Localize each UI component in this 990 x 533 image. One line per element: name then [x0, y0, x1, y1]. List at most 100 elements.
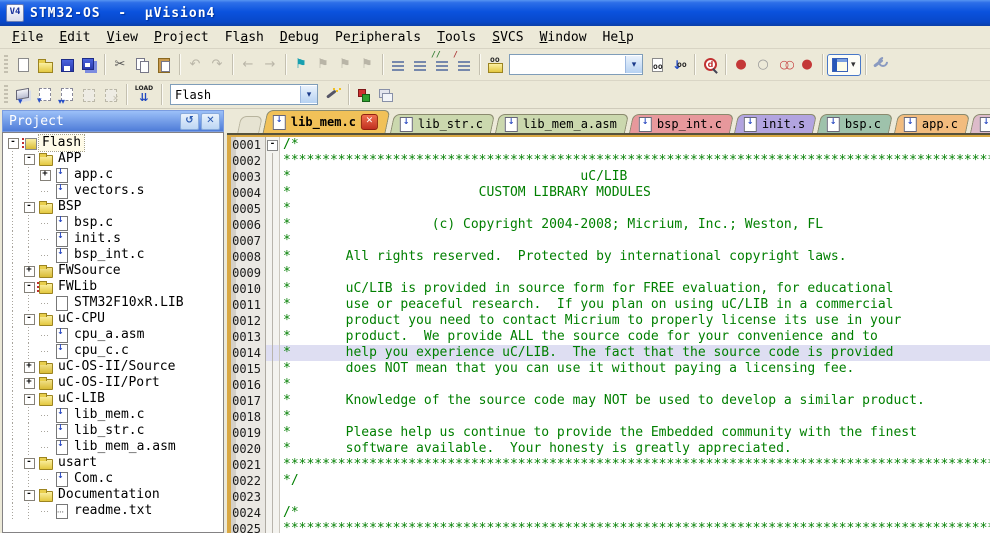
tree-item-uc-os-ii-source[interactable]: +uC-OS-II/Source: [5, 359, 223, 375]
tree-item-cpu-c-c[interactable]: cpu_c.c: [5, 343, 223, 359]
tab-lib-str-c[interactable]: lib_str.c: [390, 114, 495, 133]
fold-margin[interactable]: -: [266, 137, 280, 153]
chevron-down-icon[interactable]: ▾: [300, 86, 317, 103]
tree-item-lib-mem-c[interactable]: lib_mem.c: [5, 407, 223, 423]
tree-item-stm32f10xr-lib[interactable]: STM32F10xR.LIB: [5, 295, 223, 311]
menu-debug[interactable]: Debug: [272, 29, 327, 46]
chevron-down-icon[interactable]: ▾: [625, 56, 642, 73]
tree-item-flash[interactable]: -Flash: [5, 135, 223, 151]
collapse-icon[interactable]: -: [5, 135, 21, 151]
tab-lib-mem-c[interactable]: lib_mem.c✕: [263, 110, 391, 133]
tree-item-app[interactable]: -APP: [5, 151, 223, 167]
expand-icon[interactable]: +: [37, 167, 53, 183]
tab-init-s[interactable]: init.s: [734, 114, 817, 133]
translate-button[interactable]: [12, 84, 34, 106]
comment-button[interactable]: [431, 54, 453, 76]
cut-button[interactable]: ✂: [109, 54, 131, 76]
tree-item-uc-os-ii-port[interactable]: +uC-OS-II/Port: [5, 375, 223, 391]
collapse-icon[interactable]: -: [21, 455, 37, 471]
tree-item-fwsource[interactable]: +FWSource: [5, 263, 223, 279]
tab-bsp-int-c[interactable]: bsp_int.c: [629, 114, 734, 133]
tree-item-init-s[interactable]: init.s: [5, 231, 223, 247]
configure-button[interactable]: [870, 54, 892, 76]
expand-icon[interactable]: +: [21, 263, 37, 279]
insert-breakpoint-button[interactable]: ●: [730, 54, 752, 76]
tree-item-usart[interactable]: -usart: [5, 455, 223, 471]
find-in-files-button[interactable]: [484, 54, 506, 76]
collapse-icon[interactable]: -: [21, 199, 37, 215]
window-layout-button[interactable]: ▾: [827, 54, 861, 76]
menu-view[interactable]: View: [99, 29, 146, 46]
find-input[interactable]: [510, 57, 625, 72]
menu-file[interactable]: File: [4, 29, 51, 46]
nav-back-button[interactable]: ←: [237, 54, 259, 76]
expand-icon[interactable]: +: [21, 359, 37, 375]
tree-item-cpu-a-asm[interactable]: cpu_a.asm: [5, 327, 223, 343]
menu-tools[interactable]: Tools: [429, 29, 484, 46]
tree-item-lib-mem-a-asm[interactable]: lib_mem_a.asm: [5, 439, 223, 455]
tree-item-lib-str-c[interactable]: lib_str.c: [5, 423, 223, 439]
disable-all-breakpoints-button[interactable]: ○○: [774, 54, 796, 76]
redo-button[interactable]: ↷: [206, 54, 228, 76]
indent-button[interactable]: [409, 54, 431, 76]
stop-build-button[interactable]: [100, 84, 122, 106]
kill-all-breakpoints-button[interactable]: ●: [796, 54, 818, 76]
paste-button[interactable]: [153, 54, 175, 76]
rebuild-button[interactable]: [56, 84, 78, 106]
expand-icon[interactable]: +: [21, 375, 37, 391]
find-text-button[interactable]: [646, 54, 668, 76]
tab-close-button[interactable]: ✕: [361, 114, 378, 130]
fold-collapse-icon[interactable]: -: [267, 140, 278, 151]
tree-item-readme-txt[interactable]: readme.txt: [5, 503, 223, 519]
tree-item-vectors-s[interactable]: vectors.s: [5, 183, 223, 199]
tree-item-bsp[interactable]: -BSP: [5, 199, 223, 215]
next-bookmark-button[interactable]: ⚑: [334, 54, 356, 76]
menu-flash[interactable]: Flash: [217, 29, 272, 46]
tree-item-documentation[interactable]: -Documentation: [5, 487, 223, 503]
pin-icon[interactable]: ↺: [180, 113, 199, 130]
new-file-button[interactable]: [12, 54, 34, 76]
tree-item-com-c[interactable]: Com.c: [5, 471, 223, 487]
prev-bookmark-button[interactable]: ⚑: [312, 54, 334, 76]
download-button[interactable]: LOAD⇊: [131, 84, 157, 106]
menu-help[interactable]: Help: [595, 29, 642, 46]
toggle-bookmark-button[interactable]: ⚑: [290, 54, 312, 76]
collapse-icon[interactable]: -: [21, 487, 37, 503]
menu-window[interactable]: Window: [532, 29, 595, 46]
tree-item-uc-lib[interactable]: -uC-LIB: [5, 391, 223, 407]
tab-app-c[interactable]: app.c: [893, 114, 969, 133]
collapse-icon[interactable]: -: [21, 151, 37, 167]
tab-bsp-c[interactable]: bsp.c: [817, 114, 893, 133]
uncomment-button[interactable]: [453, 54, 475, 76]
collapse-icon[interactable]: -: [21, 311, 37, 327]
copy-button[interactable]: [131, 54, 153, 76]
build-button[interactable]: [34, 84, 56, 106]
tree-item-bsp-int-c[interactable]: bsp_int.c: [5, 247, 223, 263]
batch-build-button[interactable]: [78, 84, 100, 106]
open-file-button[interactable]: [34, 54, 56, 76]
manage-components-button[interactable]: [353, 84, 375, 106]
tab-lib-mem-a-asm[interactable]: lib_mem_a.asm: [495, 114, 629, 133]
tree-item-bsp-c[interactable]: bsp.c: [5, 215, 223, 231]
nav-forward-button[interactable]: →: [259, 54, 281, 76]
tab-co[interactable]: Co: [970, 114, 990, 133]
target-select[interactable]: Flash▾: [170, 84, 318, 105]
unindent-button[interactable]: [387, 54, 409, 76]
code-area[interactable]: 0001-/*0002*****************************…: [227, 135, 990, 533]
close-icon[interactable]: ✕: [201, 113, 220, 130]
tree-item-uc-cpu[interactable]: -uC-CPU: [5, 311, 223, 327]
tree-item-app-c[interactable]: +app.c: [5, 167, 223, 183]
cascade-windows-button[interactable]: [375, 84, 397, 106]
target-options-button[interactable]: [322, 84, 344, 106]
incremental-find-button[interactable]: [668, 54, 690, 76]
collapse-icon[interactable]: -: [21, 391, 37, 407]
menu-svcs[interactable]: SVCS: [484, 29, 531, 46]
menu-edit[interactable]: Edit: [51, 29, 98, 46]
collapse-icon[interactable]: -: [21, 279, 37, 295]
undo-button[interactable]: ↶: [184, 54, 206, 76]
enable-breakpoint-button[interactable]: ○: [752, 54, 774, 76]
save-all-button[interactable]: [78, 54, 100, 76]
menu-project[interactable]: Project: [146, 29, 217, 46]
clear-bookmarks-button[interactable]: ⚑: [356, 54, 378, 76]
debug-find-button[interactable]: [699, 54, 721, 76]
